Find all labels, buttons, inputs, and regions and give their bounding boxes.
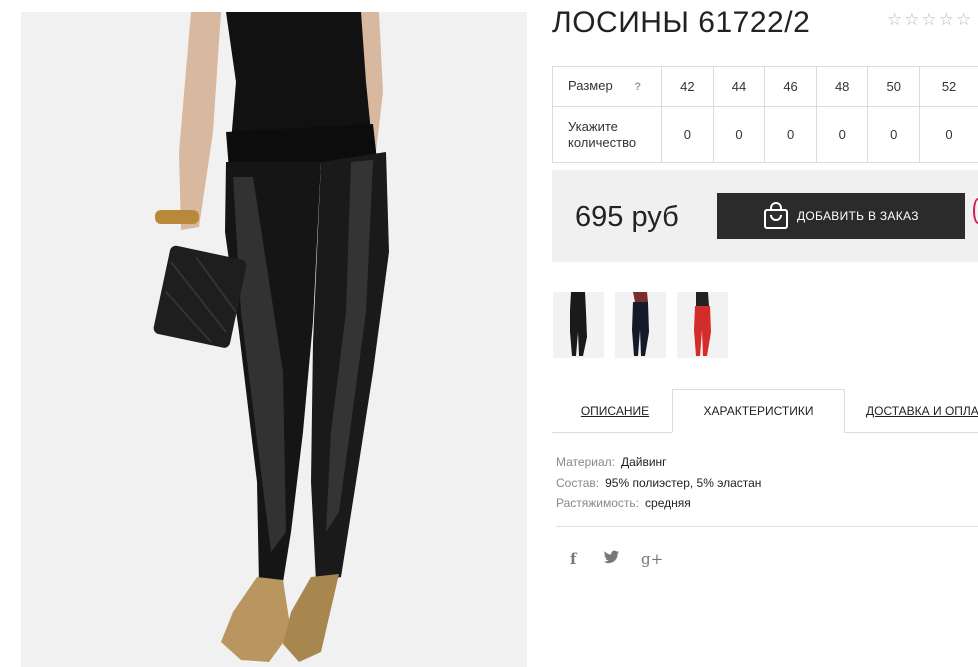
quantity-input-44[interactable]: 0 (712, 106, 766, 163)
size-row: Размер ? 42 44 46 48 50 52 (551, 66, 978, 107)
spec-key: Состав: (556, 475, 600, 490)
size-quantity-table: Размер ? 42 44 46 48 50 52 Укажите колич… (551, 66, 978, 163)
price-panel: 695 руб ДОБАВИТЬ В ЗАКАЗ (552, 170, 978, 262)
price: 695 руб (575, 201, 679, 233)
quantity-label-line2: количество (568, 134, 637, 150)
spec-key: Растяжимость: (556, 496, 640, 510)
size-cell-48: 48 (815, 66, 869, 107)
specs-divider (556, 526, 978, 527)
spec-key: Материал: (556, 455, 615, 469)
rating-stars[interactable]: ☆☆☆☆☆ (887, 10, 973, 30)
thumbnail-black-1[interactable] (553, 292, 604, 358)
quantity-input-42[interactable]: 0 (661, 106, 714, 163)
size-label: Размер (568, 78, 613, 93)
size-label-cell: Размер ? (551, 66, 663, 107)
spec-row-composition: Состав: 95% полиэстер, 5% эластан (556, 473, 761, 494)
quantity-label-cell: Укажите количество (551, 106, 663, 163)
quantity-input-48[interactable]: 0 (815, 106, 869, 163)
spec-value: средняя (645, 496, 691, 510)
google-plus-icon[interactable]: g+ (641, 550, 663, 568)
quantity-input-52[interactable]: 0 (919, 106, 978, 163)
specs-list: Материал: Дайвинг Состав: 95% полиэстер, 5… (556, 452, 761, 514)
shopping-bag-icon (764, 202, 788, 229)
facebook-icon[interactable]: f (570, 550, 576, 568)
size-cell-42: 42 (661, 66, 714, 107)
add-to-order-label: ДОБАВИТЬ В ЗАКАЗ (797, 209, 919, 223)
product-main-photo[interactable] (21, 12, 527, 667)
size-cell-52: 52 (919, 66, 978, 107)
quantity-label-line1: Укажите (568, 118, 618, 134)
thumbnail-black-2[interactable] (615, 292, 666, 358)
spec-value: Дайвинг (620, 455, 667, 469)
spec-value: 95% полиэстер, 5% эластан (605, 475, 762, 490)
quantity-input-46[interactable]: 0 (764, 106, 817, 163)
thumbnail-red[interactable] (677, 292, 728, 358)
size-help-icon[interactable]: ? (634, 81, 641, 93)
tab-description[interactable]: ОПИСАНИЕ (560, 389, 670, 433)
size-cell-44: 44 (712, 66, 766, 107)
product-title: ЛОСИНЫ 61722/2 (552, 6, 811, 39)
quantity-input-50[interactable]: 0 (867, 106, 921, 163)
twitter-icon[interactable] (603, 550, 620, 568)
size-cell-50: 50 (867, 66, 921, 107)
tab-delivery[interactable]: ДОСТАВКА И ОПЛАТА (866, 389, 978, 433)
tab-characteristics[interactable]: ХАРАКТЕРИСТИКИ (672, 389, 845, 433)
partial-edge-icon (973, 198, 978, 224)
quantity-row: Укажите количество 0 0 0 0 0 0 (551, 106, 978, 163)
size-cell-46: 46 (764, 66, 817, 107)
spec-row-material: Материал: Дайвинг (556, 452, 761, 473)
add-to-order-button[interactable]: ДОБАВИТЬ В ЗАКАЗ (717, 193, 965, 239)
spec-row-stretch: Растяжимость: средняя (556, 493, 761, 514)
